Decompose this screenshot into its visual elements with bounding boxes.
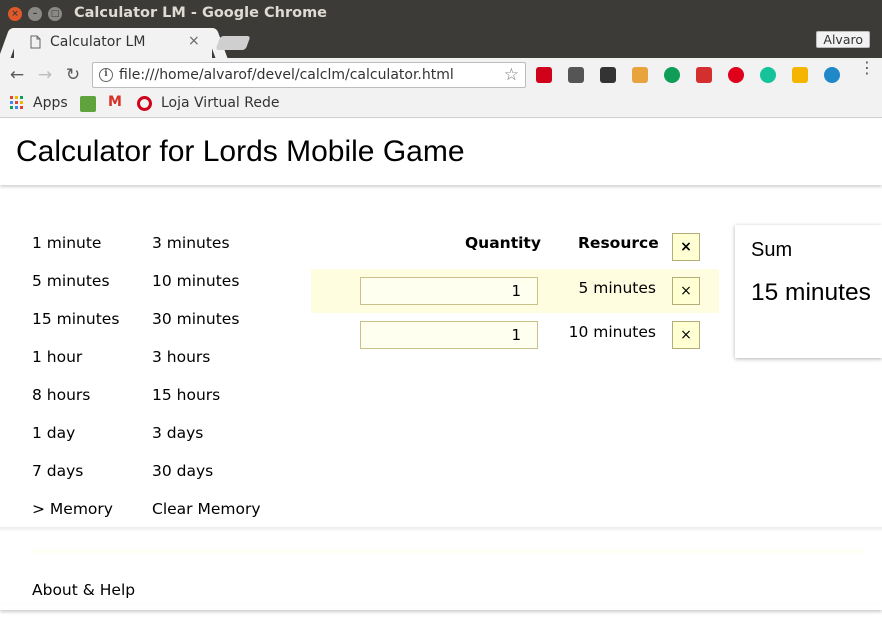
time-button-0-0[interactable]: 1 minute [32, 234, 101, 252]
window-minimize-icon[interactable]: – [28, 7, 42, 21]
forward-arrow-icon[interactable]: → [34, 64, 56, 86]
delete-row-button-1[interactable]: × [672, 277, 700, 305]
about-help-link[interactable]: About & Help [32, 581, 135, 599]
time-button-4-0[interactable]: 8 hours [32, 386, 90, 404]
window-title: Calculator LM - Google Chrome [74, 5, 328, 21]
window-titlebar: × – □ Calculator LM - Google Chrome [0, 0, 882, 28]
hangouts-icon[interactable] [664, 67, 680, 83]
time-button-6-0[interactable]: 7 days [32, 462, 83, 480]
cookie-icon[interactable] [632, 67, 648, 83]
page-content: Calculator for Lords Mobile Game 1 minut… [0, 119, 882, 632]
footer-bar [0, 604, 882, 610]
clear-all-button[interactable]: × [672, 233, 700, 261]
time-button-7-0[interactable]: > Memory [32, 500, 113, 518]
book-icon[interactable] [696, 67, 712, 83]
quantity-input-2[interactable] [360, 321, 538, 349]
time-button-7-1[interactable]: Clear Memory [152, 500, 261, 518]
evernote-icon[interactable] [600, 67, 616, 83]
time-button-1-0[interactable]: 5 minutes [32, 272, 110, 290]
time-button-2-1[interactable]: 30 minutes [152, 310, 239, 328]
time-button-2-0[interactable]: 15 minutes [32, 310, 119, 328]
resource-cell-2: 10 minutes [568, 323, 656, 341]
delete-row-button-2[interactable]: × [672, 321, 700, 349]
tab-title: Calculator LM [50, 34, 146, 50]
bookmark-loja-virtual[interactable]: Loja Virtual Rede [161, 95, 279, 111]
tb-icon[interactable] [824, 67, 840, 83]
time-button-0-1[interactable]: 3 minutes [152, 234, 230, 252]
apps-grid-icon[interactable] [10, 96, 24, 110]
evernote-bookmark-icon[interactable] [80, 96, 96, 112]
tab-strip: Calculator LM × Alvaro [0, 28, 882, 58]
target-icon[interactable] [137, 96, 152, 111]
address-bar[interactable]: i file:///home/alvarof/devel/calclm/calc… [92, 62, 526, 88]
tab-close-icon[interactable]: × [188, 33, 200, 49]
chrome-menu-icon[interactable]: ⋮ [859, 60, 875, 76]
sum-label: Sum [751, 239, 793, 261]
sum-value: 15 minutes [751, 279, 871, 306]
time-button-5-1[interactable]: 3 days [152, 424, 203, 442]
pocket-icon[interactable] [568, 67, 584, 83]
tab-calculator[interactable]: Calculator LM × [14, 28, 212, 58]
quantity-input-1[interactable] [360, 277, 538, 305]
adobe-icon[interactable] [728, 67, 744, 83]
footer-strip [32, 549, 864, 553]
resource-cell-1: 5 minutes [578, 279, 656, 297]
keep-icon[interactable] [792, 67, 808, 83]
sum-card: Sum 15 minutes [735, 225, 882, 358]
time-button-1-1[interactable]: 10 minutes [152, 272, 239, 290]
url-text[interactable]: file:///home/alvarof/devel/calclm/calcul… [119, 67, 454, 83]
bookmark-star-icon[interactable]: ☆ [504, 65, 519, 85]
time-button-3-0[interactable]: 1 hour [32, 348, 82, 366]
quantity-header: Quantity [465, 234, 541, 252]
divider [0, 527, 882, 531]
lastpass-icon[interactable] [536, 67, 552, 83]
app-header: Calculator for Lords Mobile Game [0, 119, 882, 185]
time-button-5-0[interactable]: 1 day [32, 424, 75, 442]
time-button-3-1[interactable]: 3 hours [152, 348, 210, 366]
browser-toolbar: ← → ↻ i file:///home/alvarof/devel/calcl… [0, 58, 882, 92]
info-icon[interactable]: i [99, 68, 113, 82]
window-maximize-icon[interactable]: □ [48, 7, 62, 21]
bookmarks-bar: Apps M Loja Virtual Rede [0, 92, 882, 118]
page-title: Calculator for Lords Mobile Game [16, 135, 465, 168]
back-arrow-icon[interactable]: ← [6, 64, 28, 86]
new-tab-button[interactable] [215, 36, 251, 50]
bookmark-apps[interactable]: Apps [33, 95, 68, 111]
time-button-4-1[interactable]: 15 hours [152, 386, 220, 404]
window-close-icon[interactable]: × [8, 7, 22, 21]
time-button-6-1[interactable]: 30 days [152, 462, 213, 480]
resource-header: Resource [578, 234, 659, 252]
document-icon [30, 35, 41, 49]
gmail-icon[interactable]: M [108, 94, 122, 110]
reload-icon[interactable]: ↻ [62, 64, 84, 86]
profile-button[interactable]: Alvaro [816, 31, 870, 48]
grammarly-icon[interactable] [760, 67, 776, 83]
